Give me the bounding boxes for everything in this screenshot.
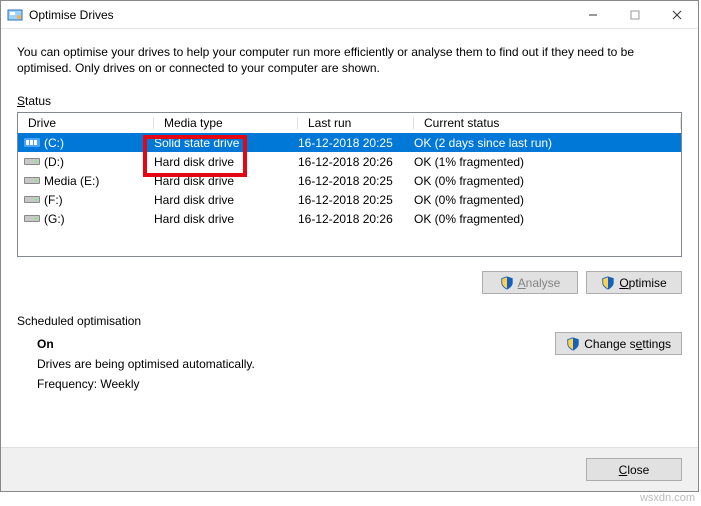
shield-icon [500,276,514,290]
window-controls [572,1,698,29]
table-body: (C:)Solid state drive16-12-2018 20:25OK … [18,133,681,228]
drive-icon [24,174,40,187]
table-row[interactable]: (G:) Hard disk drive16-12-2018 20:26OK (0… [18,209,681,228]
analyse-button[interactable]: Analyse [482,271,578,294]
titlebar: Optimise Drives [1,1,698,29]
scheduled-body: On Drives are being optimised automatica… [17,332,682,391]
col-current-status[interactable]: Current status [414,114,681,132]
drive-icon [24,193,40,206]
scheduled-section: Scheduled optimisation On Drives are bei… [17,314,682,391]
last-run: 16-12-2018 20:25 [298,174,414,188]
close-dialog-button[interactable]: Close [586,458,682,481]
close-label: Close [619,463,650,477]
close-button[interactable] [656,1,698,29]
drive-icon [24,212,40,225]
table-row[interactable]: (C:) Solid state drive16-12-2018 20:25OK … [18,133,681,152]
drive-name: (C:) [44,136,64,150]
media-type: Hard disk drive [154,212,298,226]
current-status: OK (0% fragmented) [414,212,681,226]
current-status: OK (2 days since last run) [414,136,681,150]
optimise-button[interactable]: Optimise [586,271,682,294]
drives-table: Drive Media type Last run Current status… [17,112,682,257]
col-media[interactable]: Media type [154,114,298,132]
description-text: You can optimise your drives to help you… [17,44,682,76]
table-row[interactable]: (F:) Hard disk drive16-12-2018 20:25OK (0… [18,190,681,209]
media-type: Hard disk drive [154,155,298,169]
scheduled-line2: Frequency: Weekly [37,377,682,391]
status-label: Status [17,94,51,108]
table-row[interactable]: Media (E:) Hard disk drive16-12-2018 20:2… [18,171,681,190]
action-buttons: Analyse Optimise [17,271,682,294]
drive-name: (G:) [44,212,65,226]
app-icon [7,7,23,23]
drive-name: Media (E:) [44,174,99,188]
col-last-run[interactable]: Last run [298,114,414,132]
minimize-button[interactable] [572,1,614,29]
current-status: OK (0% fragmented) [414,174,681,188]
last-run: 16-12-2018 20:26 [298,212,414,226]
content-area: You can optimise your drives to help you… [1,29,698,413]
optimise-drives-window: Optimise Drives You can optimise your dr… [0,0,699,492]
change-settings-label: Change settings [584,337,671,351]
current-status: OK (1% fragmented) [414,155,681,169]
media-type: Solid state drive [154,136,298,150]
last-run: 16-12-2018 20:26 [298,155,414,169]
drive-name: (F:) [44,193,63,207]
maximize-button[interactable] [614,1,656,29]
scheduled-line1: Drives are being optimised automatically… [37,357,682,371]
media-type: Hard disk drive [154,174,298,188]
table-header: Drive Media type Last run Current status [18,113,681,133]
drive-icon [24,136,40,149]
optimise-label: Optimise [619,276,666,290]
last-run: 16-12-2018 20:25 [298,136,414,150]
bottom-bar: Close [1,447,698,491]
last-run: 16-12-2018 20:25 [298,193,414,207]
drive-icon [24,155,40,168]
current-status: OK (0% fragmented) [414,193,681,207]
col-drive[interactable]: Drive [18,114,154,132]
shield-icon [601,276,615,290]
scheduled-label: Scheduled optimisation [17,314,141,328]
shield-icon [566,337,580,351]
media-type: Hard disk drive [154,193,298,207]
window-title: Optimise Drives [29,8,572,22]
change-settings-button[interactable]: Change settings [555,332,682,355]
watermark: wsxdn.com [640,492,695,504]
analyse-label: Analyse [518,276,561,290]
table-row[interactable]: (D:) Hard disk drive16-12-2018 20:26OK (1… [18,152,681,171]
drive-name: (D:) [44,155,64,169]
